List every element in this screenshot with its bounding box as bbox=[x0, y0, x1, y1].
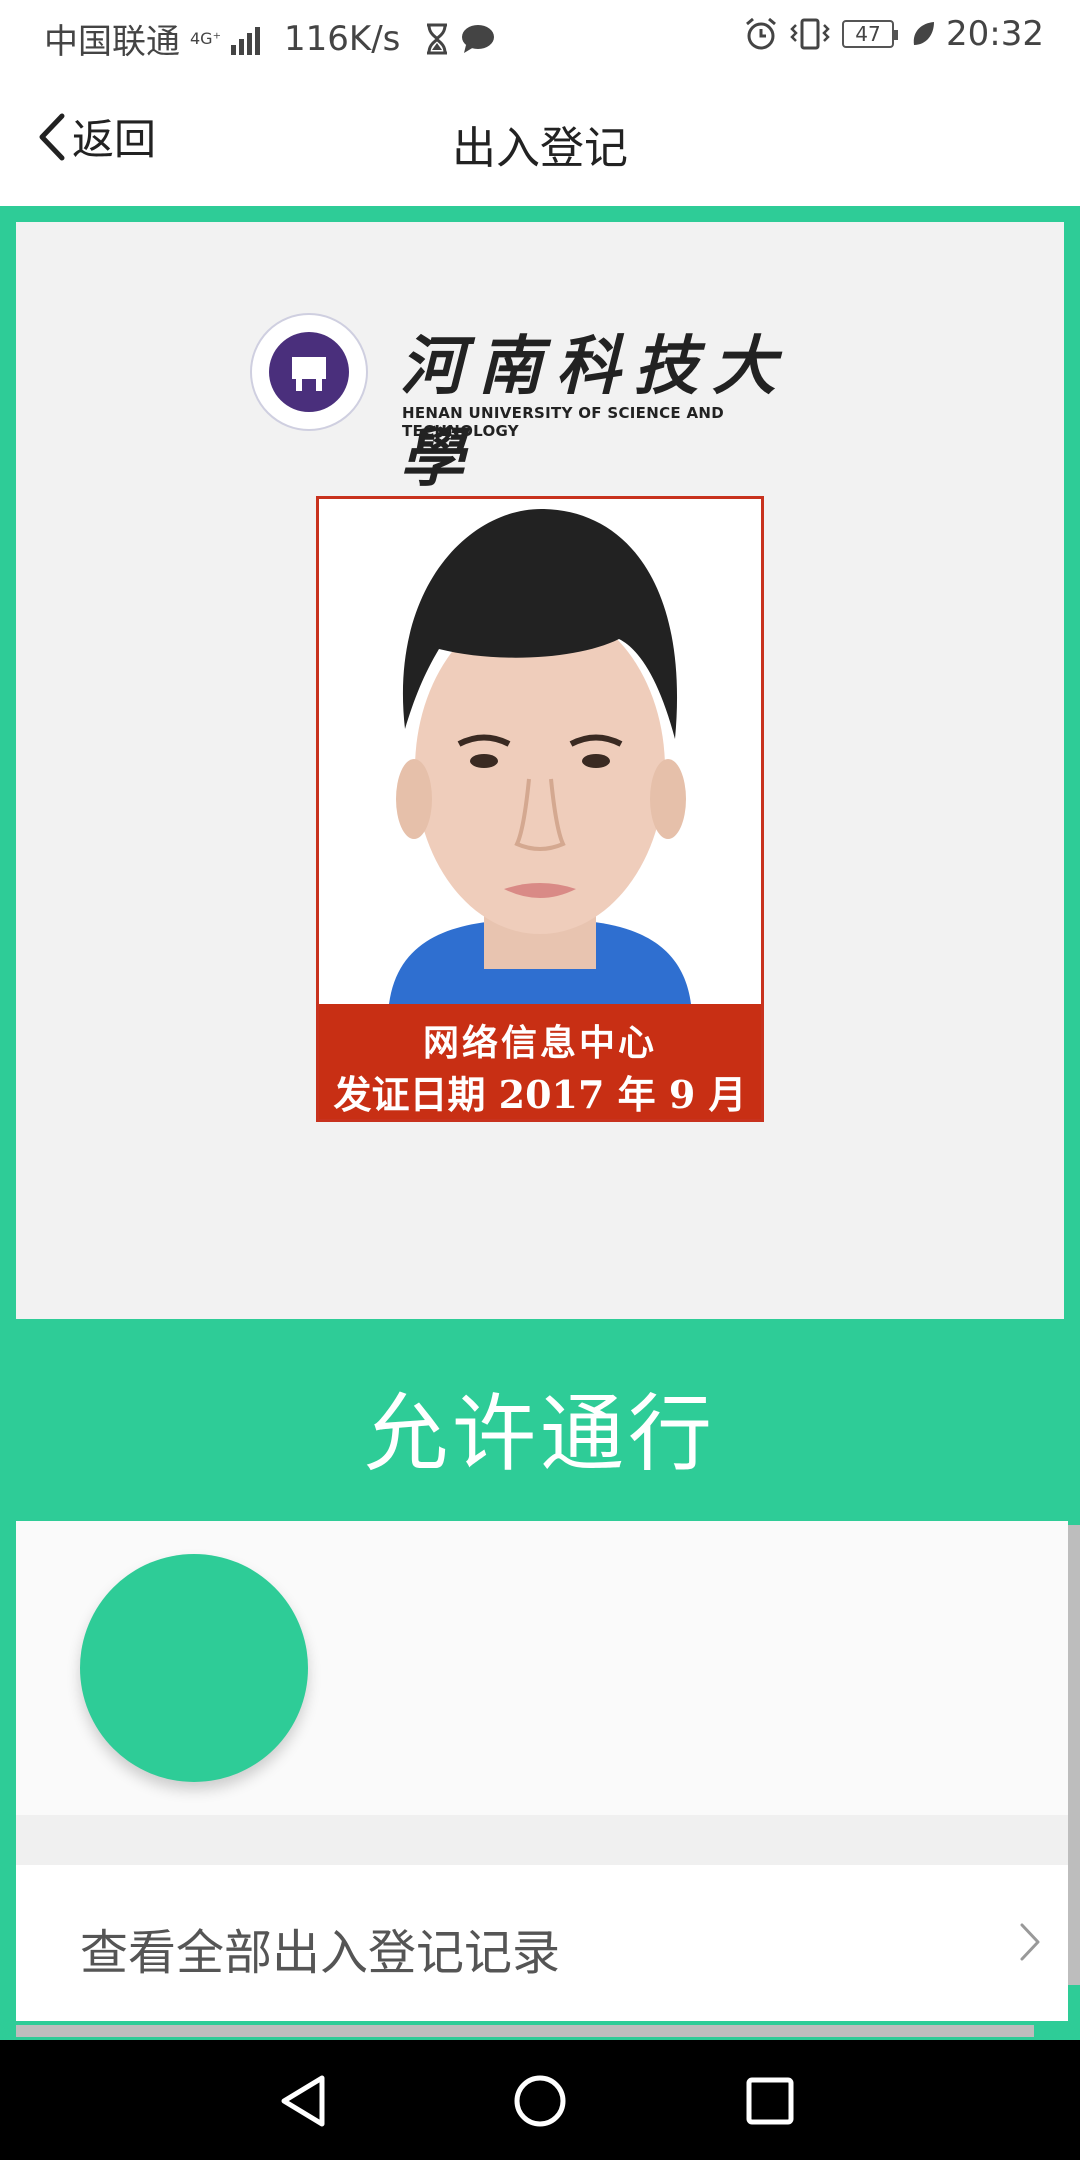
info-panel bbox=[16, 1521, 1068, 1815]
carrier-label: 中国联通 bbox=[44, 22, 180, 62]
signal-icon bbox=[231, 23, 261, 55]
access-status-text: 允许通行 bbox=[363, 1385, 716, 1483]
message-icon bbox=[462, 24, 495, 53]
view-all-records-button[interactable]: 查看全部出入登记记录 bbox=[16, 1865, 1068, 2021]
horizontal-scrollbar[interactable] bbox=[16, 2025, 1034, 2037]
vibrate-icon bbox=[790, 18, 830, 50]
hourglass-icon bbox=[427, 23, 448, 54]
photo-caption: 网络信息中心 发证日期 2017 年 9 月 bbox=[319, 1004, 761, 1119]
network-speed: 116K/s bbox=[284, 18, 401, 59]
status-left: 中国联通 4G⁺ 116K/s bbox=[44, 14, 496, 63]
circle-home-icon[interactable] bbox=[505, 2066, 575, 2136]
battery-level: 47 bbox=[855, 22, 881, 46]
nav-bar: 返回 出入登记 bbox=[0, 72, 1080, 206]
university-logo: 河南科技大學 HENAN UNIVERSITY OF SCIENCE AND T… bbox=[250, 310, 830, 496]
clock-time: 20:32 bbox=[946, 14, 1044, 54]
alarm-icon bbox=[746, 17, 776, 50]
status-circle-icon bbox=[80, 1554, 308, 1782]
battery-icon: 47 bbox=[842, 20, 899, 48]
square-recent-icon[interactable] bbox=[735, 2066, 805, 2136]
issue-date-label: 发证日期 2017 年 9 月 bbox=[333, 1072, 747, 1117]
triangle-back-icon[interactable] bbox=[270, 2066, 340, 2136]
status-bar: 中国联通 4G⁺ 116K/s 47 20:32 bbox=[0, 0, 1080, 72]
university-seal-icon bbox=[250, 313, 368, 431]
status-right: 47 20:32 bbox=[744, 14, 1044, 54]
chevron-right-icon bbox=[1020, 1923, 1040, 1961]
system-nav-bar bbox=[0, 2040, 1080, 2160]
section-divider bbox=[16, 1815, 1068, 1865]
network-type: 4G⁺ bbox=[190, 29, 222, 48]
portrait-image bbox=[319, 499, 761, 1004]
vertical-scrollbar[interactable] bbox=[1068, 1525, 1080, 1985]
page-title: 出入登记 bbox=[452, 123, 628, 174]
leaf-icon bbox=[913, 22, 935, 45]
id-photo-frame: 网络信息中心 发证日期 2017 年 9 月 bbox=[316, 496, 764, 1122]
access-status-banner: 允许通行 bbox=[16, 1319, 1064, 1521]
view-all-records-label: 查看全部出入登记记录 bbox=[80, 1925, 561, 1981]
university-name-en: HENAN UNIVERSITY OF SCIENCE AND TECHNOLO… bbox=[402, 404, 724, 440]
issuer-label: 网络信息中心 bbox=[422, 1022, 657, 1064]
id-photo bbox=[319, 499, 761, 1004]
